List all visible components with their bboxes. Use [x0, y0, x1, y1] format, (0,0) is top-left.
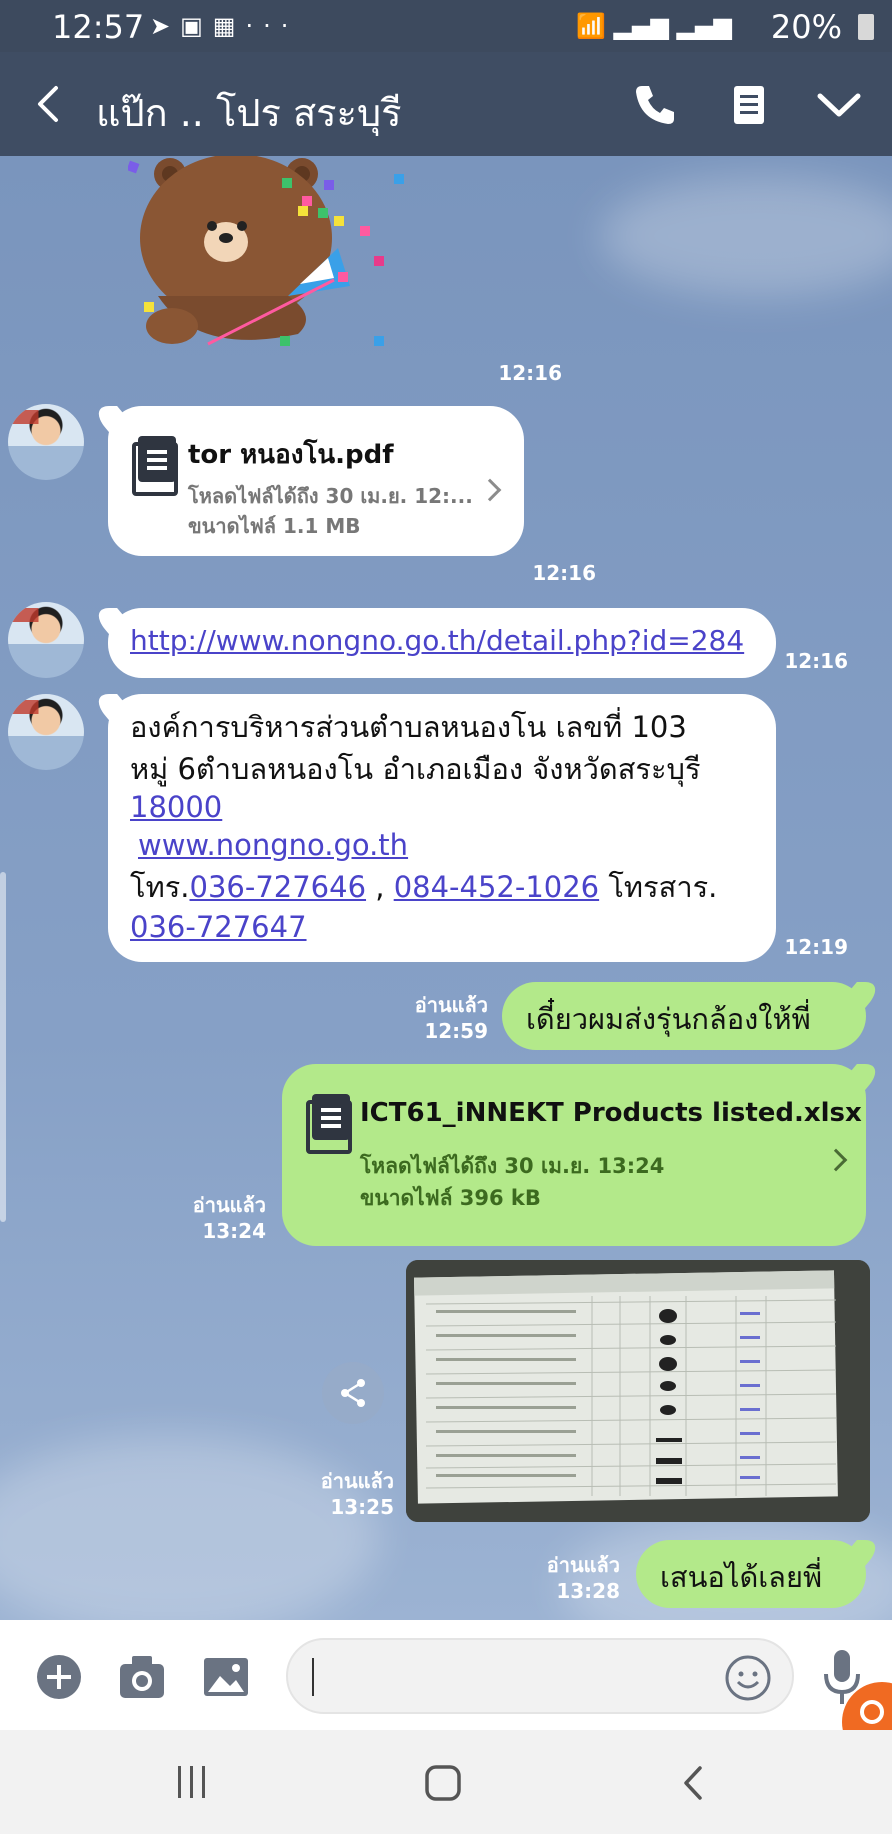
file-name: ICT61_iNNEKT Products listed.xlsx [360, 1098, 862, 1128]
text-message[interactable]: เสนอได้เลยพี่ [636, 1540, 866, 1608]
background-cloud [600, 176, 892, 296]
recents-icon[interactable] [174, 1764, 210, 1800]
system-navigation-bar [0, 1730, 892, 1834]
back-icon[interactable] [30, 82, 70, 126]
text-message[interactable]: เดี๋ยวผมส่งรุ่นกล้องให้พี่ [502, 982, 866, 1050]
input-bar [0, 1620, 892, 1762]
message-meta: อ่านแล้ว 12:59 [376, 992, 488, 1044]
read-status: อ่านแล้ว [192, 1193, 266, 1217]
read-status: อ่านแล้ว [546, 1553, 620, 1577]
read-status: อ่านแล้ว [414, 993, 488, 1017]
battery-percent: 20% [770, 8, 842, 46]
message-meta: อ่านแล้ว 13:25 [278, 1468, 394, 1520]
background-cloud [0, 1436, 380, 1620]
chevron-right-icon [824, 1148, 848, 1172]
avatar[interactable] [8, 404, 84, 480]
file-message[interactable]: ICT61_iNNEKT Products listed.xlsx โหลดไฟ… [282, 1064, 866, 1246]
camera-icon[interactable] [118, 1654, 166, 1700]
text-cursor [312, 1658, 314, 1696]
share-icon [341, 1379, 365, 1407]
message-input[interactable] [286, 1638, 794, 1714]
message-meta: อ่านแล้ว 13:28 [504, 1552, 620, 1604]
spreadsheet-photo [406, 1260, 870, 1522]
avatar[interactable] [8, 694, 84, 770]
chat-header: แป๊ก .. โปร สระบุรี [0, 52, 892, 156]
status-bar: 12:57 ➤▣▦··· 📶 ▂▄▆ ▂▄▆ 20% [0, 0, 892, 52]
message-time: 13:25 [330, 1495, 394, 1519]
phone-link[interactable]: 036-727646 [190, 870, 367, 904]
chat-area[interactable]: 12:16 tor หนองโน.pdf โหลดไฟล์ได้ถึง 30 เ… [0, 156, 892, 1620]
message-link[interactable]: 18000 [130, 788, 222, 826]
nav-back-icon[interactable] [678, 1764, 708, 1802]
file-download-until: โหลดไฟล์ได้ถึง 30 เม.ย. 13:24 [360, 1154, 665, 1178]
avatar[interactable] [8, 602, 84, 678]
assistant-icon [860, 1700, 884, 1724]
scrollbar[interactable] [0, 872, 6, 1222]
separator: , [375, 870, 385, 904]
message-text: เดี๋ยวผมส่งรุ่นกล้องให้พี่ [526, 1002, 811, 1036]
status-time: 12:57 [52, 8, 145, 46]
document-icon [132, 436, 178, 496]
photo-message[interactable] [406, 1260, 870, 1522]
message-time: 13:28 [556, 1579, 620, 1603]
message-line: โทร.036-727646 , 084-452-1026 โทรสาร. [130, 868, 717, 906]
message-line: หมู่ 6ตำบลหนองโน อำเภอเมือง จังหวัดสระบุ… [130, 752, 701, 786]
message-time: 12:16 [532, 561, 596, 585]
tel-label: โทร. [130, 870, 190, 904]
file-download-until: โหลดไฟล์ได้ถึง 30 เม.ย. 12:... [188, 484, 473, 508]
message-link[interactable]: 036-727647 [130, 908, 307, 946]
message-time: 12:59 [424, 1019, 488, 1043]
phone-link[interactable]: 084-452-1026 [394, 870, 599, 904]
message-text: เสนอได้เลยพี่ [660, 1560, 823, 1594]
file-name: tor หนองโน.pdf [188, 440, 394, 470]
image-icon: ▣ [180, 12, 213, 40]
chat-title[interactable]: แป๊ก .. โปร สระบุรี [96, 82, 402, 143]
signal-icons: 📶 ▂▄▆ ▂▄▆ [576, 12, 732, 40]
battery-icon [858, 14, 874, 40]
message-time: 12:19 [784, 935, 848, 959]
message-time: 12:16 [784, 649, 848, 673]
message-meta: อ่านแล้ว 13:24 [150, 1192, 266, 1244]
home-icon[interactable] [424, 1764, 462, 1802]
gallery-icon[interactable] [202, 1656, 250, 1698]
send-icon: ➤ [150, 12, 181, 40]
add-icon[interactable] [36, 1654, 82, 1700]
gift-icon: ▦ [212, 12, 246, 40]
document-icon [306, 1094, 352, 1154]
message-time: 12:16 [498, 361, 562, 385]
chevron-right-icon [478, 478, 502, 502]
message-time: 13:24 [202, 1219, 266, 1243]
message-link[interactable]: www.nongno.go.th [138, 826, 408, 864]
more-dots-icon: ··· [245, 12, 299, 40]
emoji-icon[interactable] [724, 1654, 772, 1702]
share-button[interactable] [322, 1362, 384, 1424]
bear-sticker[interactable] [128, 156, 468, 366]
fax-label: โทรสาร. [608, 870, 718, 904]
message-link[interactable]: http://www.nongno.go.th/detail.php?id=28… [130, 624, 744, 657]
notes-icon[interactable] [726, 82, 772, 128]
file-message[interactable]: tor หนองโน.pdf โหลดไฟล์ได้ถึง 30 เม.ย. 1… [108, 406, 524, 556]
file-size: ขนาดไฟล์ 396 kB [360, 1186, 541, 1210]
message-line: องค์การบริหารส่วนตำบลหนองโน เลขที่ 103 [130, 710, 687, 744]
read-status: อ่านแล้ว [320, 1469, 394, 1493]
status-notification-icons: ➤▣▦··· [150, 12, 298, 40]
chevron-down-icon[interactable] [816, 82, 862, 128]
text-message[interactable]: องค์การบริหารส่วนตำบลหนองโน เลขที่ 103 ห… [108, 694, 776, 962]
file-size: ขนาดไฟล์ 1.1 MB [188, 514, 361, 538]
phone-icon[interactable] [632, 82, 678, 128]
text-message[interactable]: http://www.nongno.go.th/detail.php?id=28… [108, 608, 776, 678]
